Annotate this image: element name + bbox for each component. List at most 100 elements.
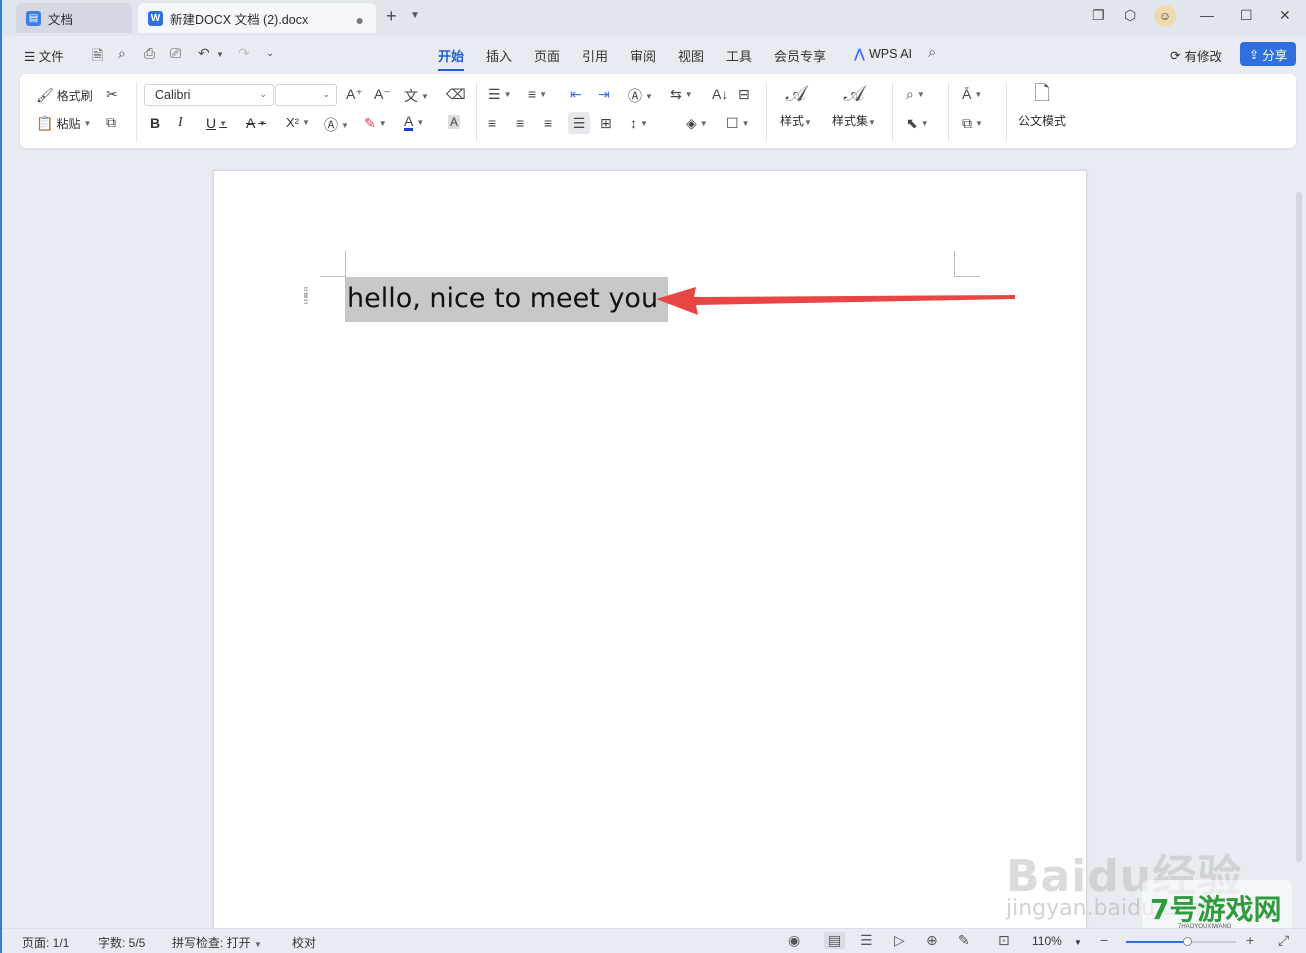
close-icon[interactable]: ✕ xyxy=(1279,7,1291,24)
tab-references[interactable]: 引用 xyxy=(582,46,608,65)
clear-format-button[interactable]: ⌫ xyxy=(446,86,466,103)
chevron-down-icon[interactable]: ▼ xyxy=(410,10,420,21)
pen-icon[interactable]: ✎ xyxy=(958,932,970,949)
unsaved-dot-icon[interactable]: ● xyxy=(356,12,364,28)
strikethrough-button[interactable]: A ▼ xyxy=(246,115,266,131)
justify-button[interactable]: ☰ xyxy=(568,112,590,134)
outline-view-icon[interactable]: ☰ xyxy=(860,932,873,949)
zoom-level[interactable]: 110% xyxy=(1032,934,1062,948)
save-icon[interactable]: 🗎 xyxy=(92,45,103,69)
search-icon[interactable]: ⌕ xyxy=(928,44,936,61)
tab-review[interactable]: 审阅 xyxy=(630,46,656,65)
official-mode-button[interactable]: 🗋 公文模式 xyxy=(1018,82,1066,129)
italic-button[interactable]: I xyxy=(178,115,183,131)
fit-page-icon[interactable]: ⊡ xyxy=(998,932,1010,949)
web-view-icon[interactable]: ⊕ xyxy=(926,932,938,949)
play-icon[interactable]: ▷ xyxy=(894,932,905,949)
align-center-button[interactable]: ≡ xyxy=(516,115,524,131)
superscript-button[interactable]: X² ▼ xyxy=(286,115,310,130)
share-button[interactable]: ⇪ 分享 xyxy=(1240,42,1296,66)
wps-ai-button[interactable]: ⋀ WPS AI xyxy=(854,46,912,62)
modified-status[interactable]: ⟳ 有修改 xyxy=(1170,46,1222,65)
maximize-icon[interactable]: ☐ xyxy=(1240,7,1253,24)
tab-home[interactable]: 开始 xyxy=(438,46,465,71)
page-view-icon[interactable]: ▤ xyxy=(824,932,846,949)
word-count[interactable]: 字数: 5/5 xyxy=(98,934,145,951)
tab-tools[interactable]: 工具 xyxy=(726,46,752,65)
show-marks-button[interactable]: ⊟ xyxy=(738,86,750,103)
text-tools-button[interactable]: Ā ▼ xyxy=(962,86,982,102)
shrink-font-button[interactable]: A⁻ xyxy=(374,86,391,103)
avatar[interactable]: ☺ xyxy=(1154,5,1176,27)
selected-text[interactable]: hello, nice to meet you xyxy=(345,277,669,322)
zoom-slider-knob[interactable] xyxy=(1182,937,1192,946)
page-count[interactable]: 页面: 1/1 xyxy=(22,934,69,951)
bullets-button[interactable]: ☰ ▼ xyxy=(488,86,511,103)
vertical-scrollbar[interactable] xyxy=(1292,152,1306,928)
cube-icon[interactable]: ⬡ xyxy=(1124,7,1136,24)
styles-button[interactable]: 𝒜 样式▼ xyxy=(780,82,812,129)
proofread-button[interactable]: 校对 xyxy=(292,934,316,951)
font-name-select[interactable]: Calibri ⌄ xyxy=(144,84,274,106)
print-icon[interactable]: ⎙ xyxy=(144,45,155,62)
paste-button[interactable]: 📋 粘贴 ▼ xyxy=(36,115,91,132)
numbering-button[interactable]: ≡ ▼ xyxy=(528,86,547,102)
window-layout-icon[interactable]: ❐ xyxy=(1092,7,1105,24)
sort-az-button[interactable]: A↓ xyxy=(712,86,728,102)
tab-current-document[interactable]: W 新建DOCX 文档 (2).docx ● xyxy=(138,3,376,33)
drag-handle-icon[interactable]: ⁞⁞ ⁞⁞ xyxy=(303,285,309,306)
arrange-button[interactable]: ⧉ ▼ xyxy=(962,115,983,132)
text-direction-button[interactable]: Ⓐ ▼ xyxy=(628,86,653,106)
copy-button[interactable]: ⧉ xyxy=(106,114,116,131)
zoom-slider[interactable] xyxy=(1126,937,1236,946)
zoom-chevron-icon[interactable]: ▼ xyxy=(1074,938,1082,947)
align-center-icon: ≡ xyxy=(516,115,525,131)
new-tab-plus-icon[interactable]: + xyxy=(386,6,397,27)
increase-indent-button[interactable]: ⇥ xyxy=(598,86,610,103)
bold-button[interactable]: B xyxy=(150,115,160,131)
tab-documents[interactable]: ▤ 文档 xyxy=(16,3,132,33)
zoom-in-icon[interactable]: + xyxy=(1246,932,1254,948)
scroll-thumb[interactable] xyxy=(1296,192,1302,862)
tab-view[interactable]: 视图 xyxy=(678,46,704,65)
undo-icon[interactable]: ↶ xyxy=(198,45,210,62)
font-color-button[interactable]: A ▼ xyxy=(404,114,424,131)
document-page[interactable]: ⁞⁞ ⁞⁞ hello, nice to meet you xyxy=(213,170,1087,930)
zoom-out-icon[interactable]: − xyxy=(1100,932,1108,948)
tab-insert[interactable]: 插入 xyxy=(486,46,512,65)
grow-font-button[interactable]: A⁺ xyxy=(346,86,363,103)
tab-page[interactable]: 页面 xyxy=(534,46,560,65)
highlight-button[interactable]: ✎ ▼ xyxy=(364,115,387,132)
text-effect-button[interactable]: Ⓐ ▼ xyxy=(324,115,349,135)
customize-chevron-icon[interactable]: ⌄ xyxy=(266,48,274,59)
file-menu-button[interactable]: ☰ 文件 xyxy=(24,46,64,65)
font-size-select[interactable]: ⌄ xyxy=(275,84,337,106)
sort-button[interactable]: ⇆ ▼ xyxy=(670,86,693,103)
decrease-indent-button[interactable]: ⇤ xyxy=(570,86,582,103)
borders-button[interactable]: ☐ ▼ xyxy=(726,115,749,132)
align-left-button[interactable]: ≡ xyxy=(488,115,496,131)
print-preview-icon[interactable]: ⎚ xyxy=(170,45,181,62)
minimize-icon[interactable]: — xyxy=(1200,7,1214,23)
cut-button[interactable]: ✂ xyxy=(106,86,118,103)
fullscreen-icon[interactable]: ⤢ xyxy=(1278,932,1289,949)
export-pdf-icon[interactable]: ⌕ xyxy=(118,45,126,62)
underline-button[interactable]: U ▼ xyxy=(206,115,227,131)
eye-protection-icon[interactable]: ◉ xyxy=(788,932,800,949)
select-button[interactable]: ⬉ ▼ xyxy=(906,115,929,132)
find-button[interactable]: ⌕ ▼ xyxy=(906,86,925,103)
paragraph-marks-icon: ⊟ xyxy=(738,86,750,102)
line-spacing-button[interactable]: ↕ ▼ xyxy=(630,115,648,131)
phonetic-button[interactable]: 文 ▼ xyxy=(404,86,429,106)
undo-chevron-icon[interactable]: ▼ xyxy=(216,50,224,59)
format-painter-button[interactable]: 🖌 格式刷 xyxy=(36,87,93,104)
style-set-button[interactable]: 𝒜 样式集▼ xyxy=(832,82,876,129)
distribute-button[interactable]: ⊞ xyxy=(600,115,612,132)
shading-button[interactable]: ◈ ▼ xyxy=(686,115,708,132)
char-shading-button[interactable]: A xyxy=(448,115,461,129)
spell-check-toggle[interactable]: 拼写检查: 打开 ▼ xyxy=(172,934,262,951)
tab-member[interactable]: 会员专享 xyxy=(774,46,826,65)
menu-row: ☰ 文件 🗎 ⌕ ⎙ ⎚ ↶ ▼ ↷ ⌄ 开始 插入 页面 引用 审阅 视图 工… xyxy=(2,38,1306,71)
redo-icon[interactable]: ↷ xyxy=(238,45,250,62)
align-right-button[interactable]: ≡ xyxy=(544,115,552,131)
